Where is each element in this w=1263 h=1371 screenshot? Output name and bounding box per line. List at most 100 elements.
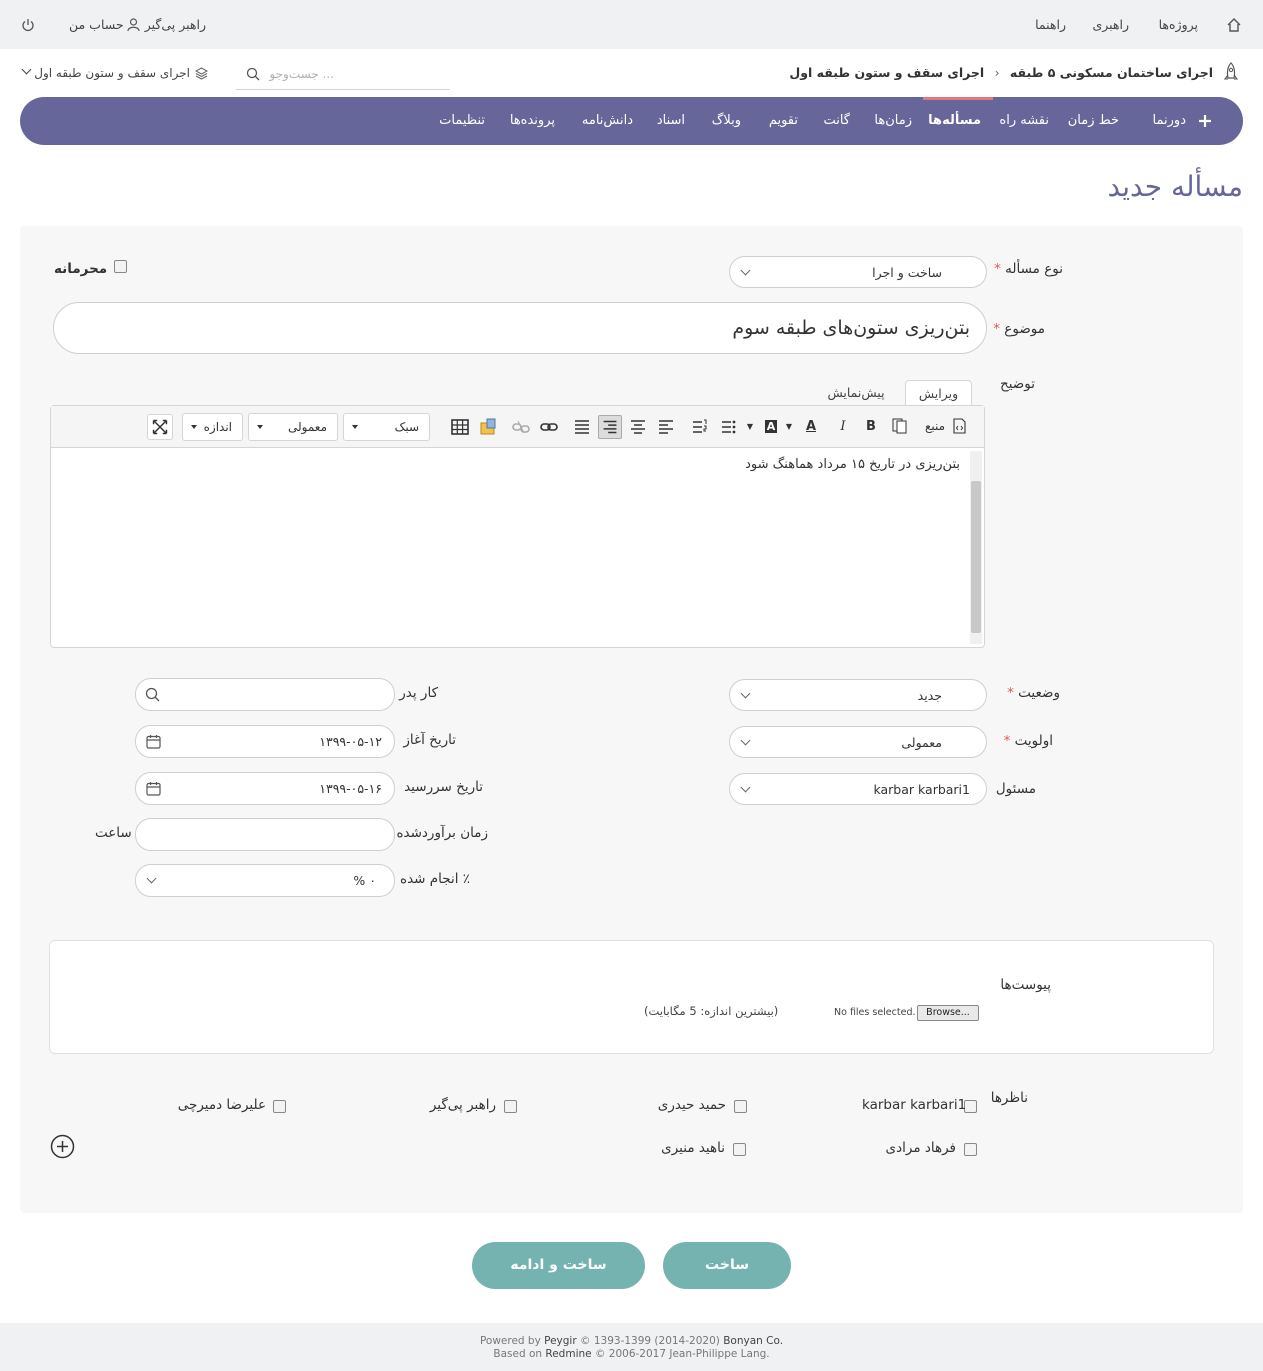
subject-input[interactable]: بتن‌ریزی ستون‌های طبقه سوم	[53, 302, 987, 354]
add-watcher-icon[interactable]	[50, 1134, 75, 1159]
bulleted-list-icon[interactable]	[716, 415, 740, 439]
text-color-icon[interactable]: A	[799, 415, 823, 439]
my-account-link[interactable]: حساب من	[69, 17, 124, 32]
subject-value: بتن‌ریزی ستون‌های طبقه سوم	[732, 317, 970, 339]
help-link[interactable]: راهنما	[1035, 17, 1066, 32]
justify-icon[interactable]	[570, 415, 594, 439]
done-ratio-select[interactable]: ۰ %	[135, 864, 395, 897]
link-icon[interactable]	[537, 415, 561, 439]
power-icon[interactable]	[21, 18, 35, 32]
calendar-icon[interactable]	[146, 781, 161, 796]
table-icon[interactable]	[448, 415, 472, 439]
breadcrumb-parent[interactable]: اجرای ساختمان مسکونی ۵ طبقه	[1010, 65, 1213, 80]
tab-wiki[interactable]: دانش‌نامه	[582, 113, 633, 128]
redmine-link[interactable]: Redmine	[545, 1348, 591, 1360]
due-date-value: ۱۳۹۹-۰۵-۱۶	[319, 781, 382, 796]
watcher-checkbox[interactable]	[734, 1100, 747, 1113]
bonyan-link[interactable]: Bonyan Co.	[723, 1335, 783, 1347]
assignee-value: karbar karbari1	[873, 782, 970, 797]
estimated-time-input[interactable]	[135, 818, 395, 851]
parent-issue-label: کار پدر	[399, 685, 438, 701]
editor-scrollbar[interactable]	[970, 451, 982, 644]
footer-powered-line: Powered by Peygir © 1393-1399 (2014-2020…	[479, 1335, 784, 1347]
tab-overview[interactable]: دورنما	[1153, 113, 1186, 128]
assignee-select[interactable]: karbar karbari1	[729, 773, 987, 805]
create-button[interactable]: ساخت	[663, 1242, 791, 1289]
scrollbar-thumb[interactable]	[971, 481, 981, 633]
main-menu: دورنما خط زمان نقشه راه مسأله‌ها زمان‌ها…	[20, 97, 1243, 145]
rocket-icon	[1223, 62, 1239, 80]
unlink-icon[interactable]	[509, 415, 533, 439]
peygir-link[interactable]: Peygir	[544, 1335, 577, 1347]
calendar-icon[interactable]	[146, 734, 161, 749]
estimated-time-label: زمان برآوردشده	[396, 825, 488, 841]
style-select[interactable]: سبک	[343, 413, 430, 441]
projects-link[interactable]: پروژه‌ها	[1159, 17, 1198, 32]
align-center-icon[interactable]	[626, 415, 650, 439]
background-color-arrow-icon[interactable]: ▼	[745, 415, 755, 439]
tab-edit[interactable]: ویرایش	[905, 380, 972, 406]
top-bar: پروژه‌ها راهبری راهنما راهبر پی‌گیر حساب…	[0, 0, 1263, 49]
description-editor[interactable]: منبع B I A ▼ A ▼ سبک معمولی اندازه بتن‌ر…	[50, 405, 985, 648]
tab-time[interactable]: زمان‌ها	[874, 113, 912, 128]
tab-roadmap[interactable]: نقشه راه	[999, 113, 1049, 128]
size-select[interactable]: اندازه	[182, 413, 243, 441]
search-icon	[145, 687, 160, 702]
tab-documents[interactable]: اسناد	[657, 113, 685, 128]
attachments-label: پیوست‌ها	[1000, 977, 1051, 993]
align-left-icon[interactable]	[654, 415, 678, 439]
priority-value: معمولی	[901, 735, 942, 750]
source-button[interactable]: منبع	[892, 413, 971, 441]
image-icon[interactable]	[476, 415, 500, 439]
tab-settings[interactable]: تنظیمات	[439, 113, 485, 128]
tab-gantt[interactable]: گانت	[823, 113, 850, 128]
templates-icon[interactable]	[892, 418, 908, 434]
watcher-name: ناهید منیری	[661, 1140, 725, 1156]
background-color-icon[interactable]: A	[759, 415, 783, 439]
numbered-list-icon[interactable]	[687, 415, 711, 439]
source-icon	[953, 418, 966, 434]
watcher-checkbox[interactable]	[964, 1143, 977, 1156]
align-right-icon[interactable]	[598, 415, 622, 439]
due-date-input[interactable]: ۱۳۹۹-۰۵-۱۶	[135, 772, 395, 805]
subject-label: موضوع *	[993, 321, 1045, 337]
tab-issues[interactable]: مسأله‌ها	[928, 113, 981, 128]
watcher-checkbox[interactable]	[733, 1143, 746, 1156]
private-checkbox[interactable]	[114, 260, 127, 273]
text-color-arrow-icon[interactable]: ▼	[784, 415, 794, 439]
status-select[interactable]: جدید	[729, 679, 987, 711]
bold-icon[interactable]: B	[859, 415, 883, 439]
search-icon	[246, 67, 260, 81]
plus-icon[interactable]	[1198, 114, 1212, 128]
watcher-checkbox[interactable]	[504, 1100, 517, 1113]
tab-files[interactable]: پرونده‌ها	[510, 113, 555, 128]
user-link[interactable]: راهبر پی‌گیر	[145, 17, 206, 32]
assignee-label: مسئول	[995, 781, 1036, 797]
chevron-down-icon	[740, 735, 751, 746]
breadcrumb-separator-icon: ‹	[994, 65, 1000, 80]
editor-toolbar: منبع B I A ▼ A ▼ سبک معمولی اندازه	[51, 406, 984, 448]
attachments-box: پیوست‌ها Browse... No files selected. (ب…	[49, 940, 1214, 1054]
tab-activity[interactable]: خط زمان	[1068, 113, 1119, 128]
create-and-continue-button[interactable]: ساخت و ادامه	[472, 1242, 645, 1289]
tab-calendar[interactable]: تقویم	[769, 113, 798, 128]
chevron-down-icon	[740, 265, 751, 276]
maximize-icon[interactable]	[147, 414, 173, 440]
browse-button[interactable]: Browse...	[917, 1005, 979, 1021]
tab-news[interactable]: وبلاگ	[712, 113, 741, 128]
chevron-down-icon	[740, 688, 751, 699]
tracker-select[interactable]: ساخت و اجرا	[729, 256, 987, 288]
breadcrumb: اجرای ساختمان مسکونی ۵ طبقه ‹ اجرای سقف …	[783, 65, 1213, 80]
parent-issue-input[interactable]	[135, 678, 395, 711]
start-date-input[interactable]: ۱۳۹۹-۰۵-۱۲	[135, 725, 395, 758]
watcher-checkbox[interactable]	[273, 1100, 286, 1113]
admin-link[interactable]: راهبری	[1092, 17, 1129, 32]
tab-preview[interactable]: پیش‌نمایش	[815, 380, 897, 406]
due-date-label: تاریخ سررسید	[404, 779, 483, 795]
priority-select[interactable]: معمولی	[729, 726, 987, 758]
format-select[interactable]: معمولی	[248, 413, 338, 441]
search-input[interactable]: ... جست‌وجو	[236, 58, 450, 90]
home-icon[interactable]	[1226, 17, 1242, 33]
italic-icon[interactable]: I	[831, 415, 855, 439]
no-files-text: No files selected.	[834, 1007, 916, 1018]
